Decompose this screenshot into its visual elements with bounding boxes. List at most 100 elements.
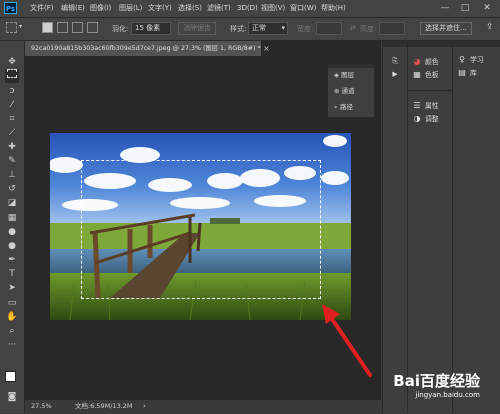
gradient-tool-icon[interactable]: ▦ bbox=[5, 211, 19, 225]
properties-icon: ☰ bbox=[413, 101, 421, 110]
share-icon[interactable]: ⇪ bbox=[486, 22, 494, 32]
eyedropper-tool-icon[interactable]: ⟋ bbox=[5, 126, 19, 140]
subtract-selection-icon[interactable] bbox=[72, 22, 83, 33]
baidu-watermark: Bai百度经验 jingyan.baidu.com bbox=[393, 370, 480, 399]
photoshop-logo: Ps bbox=[4, 2, 17, 14]
add-selection-icon[interactable] bbox=[57, 22, 68, 33]
history-icon[interactable]: ⎘ bbox=[383, 55, 407, 68]
channels-label: 通道 bbox=[341, 87, 355, 95]
blur-tool-icon[interactable]: ● bbox=[5, 225, 19, 239]
panel-grip[interactable] bbox=[328, 64, 374, 68]
brush-tool-icon[interactable]: ✎ bbox=[5, 154, 19, 168]
learn-label: 学习 bbox=[470, 56, 484, 64]
eraser-tool-icon[interactable]: ◪ bbox=[5, 196, 19, 210]
status-menu-chevron-icon[interactable]: › bbox=[143, 400, 146, 413]
menu-window[interactable]: 窗口(W) bbox=[290, 0, 316, 17]
width-input[interactable] bbox=[316, 22, 342, 35]
panel-grip[interactable] bbox=[383, 41, 407, 47]
selection-marquee[interactable] bbox=[81, 160, 321, 299]
dodge-tool-icon[interactable]: ● bbox=[5, 239, 19, 253]
baidu-logo: Bai百度经验 bbox=[393, 372, 480, 390]
close-tab-icon[interactable]: × bbox=[263, 41, 273, 56]
libraries-panel-button[interactable]: ▤ 库 bbox=[457, 66, 500, 79]
chevron-down-icon[interactable]: ▾ bbox=[19, 23, 22, 30]
crop-tool-icon[interactable]: ⌗ bbox=[5, 112, 19, 126]
swatches-label: 色板 bbox=[425, 71, 439, 79]
libraries-label: 库 bbox=[470, 69, 477, 77]
clone-stamp-tool-icon[interactable]: ⊥ bbox=[5, 168, 19, 182]
healing-brush-tool-icon[interactable]: ✚ bbox=[5, 140, 19, 154]
adjustments-label: 调整 bbox=[425, 115, 439, 123]
foreground-color-swatch[interactable] bbox=[5, 371, 16, 382]
annotation-arrow bbox=[322, 304, 372, 377]
height-label: 高度: bbox=[360, 25, 377, 33]
layers-panel-button[interactable]: ◈ 图层 bbox=[334, 69, 354, 81]
properties-panel-button[interactable]: ☰ 属性 bbox=[412, 99, 452, 112]
menu-image[interactable]: 图像(I) bbox=[90, 0, 112, 17]
actions-play-icon[interactable]: ▶ bbox=[383, 68, 407, 81]
menu-file[interactable]: 文件(F) bbox=[30, 0, 54, 17]
channels-icon: ⊛ bbox=[334, 87, 340, 95]
learn-libraries-column: ♀ 学习 ▤ 库 bbox=[452, 41, 500, 413]
adjustments-icon: ◑ bbox=[413, 114, 421, 123]
libraries-icon: ▤ bbox=[458, 68, 466, 77]
feather-input[interactable]: 15 像素 bbox=[131, 22, 171, 35]
rect-marquee-tool-icon[interactable] bbox=[5, 69, 19, 83]
paths-label: 路径 bbox=[340, 103, 353, 111]
menu-help[interactable]: 帮助(H) bbox=[321, 0, 346, 17]
history-brush-tool-icon[interactable]: ↺ bbox=[5, 182, 19, 196]
maximize-button[interactable]: □ bbox=[456, 0, 474, 17]
zoom-level[interactable]: 27.5% bbox=[31, 400, 52, 413]
watermark-url: jingyan.baidu.com bbox=[415, 391, 480, 399]
pen-tool-icon[interactable]: ✒ bbox=[5, 253, 19, 267]
move-tool-icon[interactable]: ✥ bbox=[5, 55, 19, 69]
menu-type[interactable]: 文字(Y) bbox=[148, 0, 172, 17]
zoom-tool-icon[interactable]: ⌕ bbox=[5, 324, 19, 338]
adjustments-panel-button[interactable]: ◑ 调整 bbox=[412, 112, 452, 125]
style-chevron-icon: ▾ bbox=[281, 24, 285, 32]
magic-wand-tool-icon[interactable]: ⁄ bbox=[5, 98, 19, 112]
color-label: 颜色 bbox=[425, 58, 439, 66]
menu-select[interactable]: 选择(S) bbox=[178, 0, 202, 17]
tools-panel: ✥ ↄ ⁄ ⌗ ⟋ ✚ ✎ ⊥ ↺ ◪ ▦ ● ● ✒ T ➤ ▭ ✋ ⌕ ··… bbox=[0, 41, 25, 413]
menu-view[interactable]: 视图(V) bbox=[261, 0, 285, 17]
shape-tool-icon[interactable]: ▭ bbox=[5, 296, 19, 310]
rect-marquee-preset-icon[interactable] bbox=[6, 22, 17, 33]
intersect-selection-icon[interactable] bbox=[87, 22, 98, 33]
menu-edit[interactable]: 编辑(E) bbox=[61, 0, 85, 17]
options-bar: ▾ 羽化: 15 像素 消除锯齿 样式: 正常 ▾ 宽度: ⇄ 高度: 选择并遮住… bbox=[0, 18, 500, 41]
paths-panel-button[interactable]: ⌁ 路径 bbox=[334, 101, 353, 113]
lasso-tool-icon[interactable]: ↄ bbox=[5, 84, 19, 98]
color-panel-button[interactable]: ◕ 颜色 bbox=[412, 55, 452, 68]
select-and-mask-button[interactable]: 选择并遮住... bbox=[420, 22, 472, 35]
layers-label: 图层 bbox=[341, 71, 355, 79]
channels-panel-button[interactable]: ⊛ 通道 bbox=[334, 85, 355, 97]
new-selection-icon[interactable] bbox=[42, 22, 53, 33]
style-select[interactable]: 正常 ▾ bbox=[248, 22, 288, 35]
menu-bar: Ps 文件(F) 编辑(E) 图像(I) 图层(L) 文字(Y) 选择(S) 滤… bbox=[0, 0, 500, 18]
type-tool-icon[interactable]: T bbox=[5, 267, 19, 281]
antialias-checkbox[interactable]: 消除锯齿 bbox=[178, 22, 216, 35]
path-selection-tool-icon[interactable]: ➤ bbox=[5, 281, 19, 295]
menu-layer[interactable]: 图层(L) bbox=[119, 0, 142, 17]
layers-icon: ◈ bbox=[334, 71, 339, 79]
document-tab[interactable]: 92ca0190a815b303ac60fb309e5d7ce7.jpeg @ … bbox=[25, 41, 261, 56]
minimize-button[interactable]: — bbox=[436, 0, 454, 17]
quick-mask-icon[interactable]: ◙ bbox=[5, 390, 19, 404]
swatches-panel-button[interactable]: ▦ 色板 bbox=[412, 68, 452, 81]
close-button[interactable]: ✕ bbox=[478, 0, 496, 17]
status-bar: 27.5% 文档:6.59M/13.2M › bbox=[25, 399, 381, 414]
more-tools-icon[interactable]: ··· bbox=[5, 338, 19, 352]
paths-icon: ⌁ bbox=[334, 103, 338, 111]
menu-3d[interactable]: 3D(D) bbox=[237, 0, 258, 17]
style-label: 样式: bbox=[230, 25, 247, 33]
learn-panel-button[interactable]: ♀ 学习 bbox=[457, 53, 500, 66]
swap-icon[interactable]: ⇄ bbox=[350, 24, 356, 32]
menu-filter[interactable]: 滤镜(T) bbox=[207, 0, 231, 17]
width-label: 宽度: bbox=[297, 25, 314, 33]
hand-tool-icon[interactable]: ✋ bbox=[5, 310, 19, 324]
panel-icon-strip: ⎘ ▶ bbox=[382, 41, 407, 413]
document-info[interactable]: 文档:6.59M/13.2M bbox=[75, 400, 133, 413]
color-properties-column: ◕ 颜色 ▦ 色板 ☰ 属性 ◑ 调整 bbox=[407, 41, 452, 413]
height-input[interactable] bbox=[379, 22, 405, 35]
